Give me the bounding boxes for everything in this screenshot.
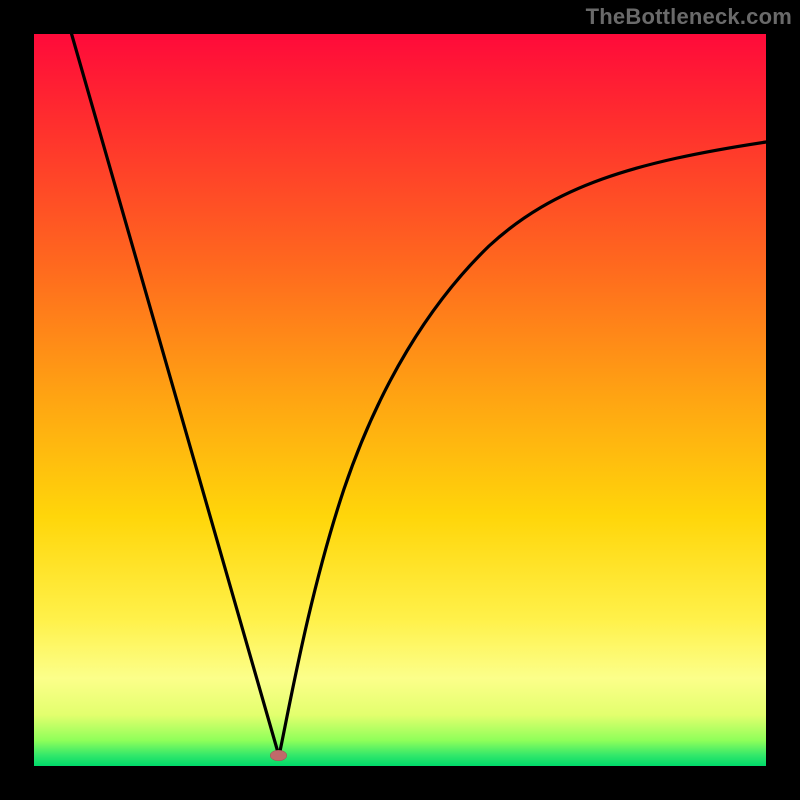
curve-left-branch — [71, 32, 279, 756]
bottleneck-curve — [34, 34, 766, 766]
chart-frame: TheBottleneck.com — [0, 0, 800, 800]
watermark-text: TheBottleneck.com — [586, 4, 792, 30]
minimum-marker — [270, 750, 287, 761]
plot-area — [34, 34, 766, 766]
curve-right-branch — [279, 142, 766, 756]
